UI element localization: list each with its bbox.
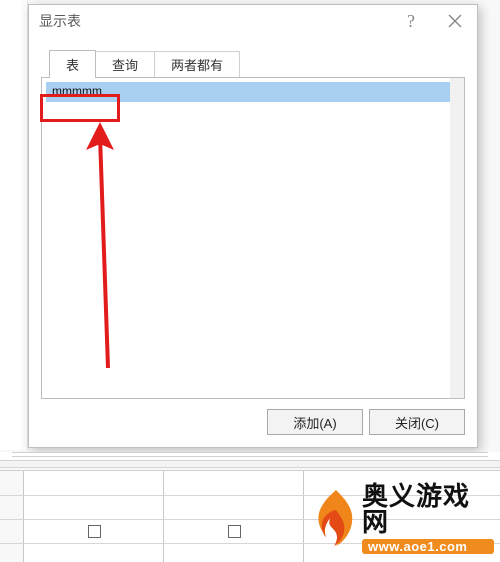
app-left-panel-fragment xyxy=(0,0,28,450)
tables-listbox[interactable]: mmmmm xyxy=(41,77,465,399)
tab-tables[interactable]: 表 xyxy=(49,50,96,78)
flame-icon xyxy=(314,488,358,548)
watermark-site-name: 奥义游戏网 xyxy=(362,483,494,535)
show-table-dialog: 显示表 ? 表 查询 两者都有 mmmmm 添加(A) 关闭(C) xyxy=(28,4,478,448)
tab-both[interactable]: 两者都有 xyxy=(154,51,240,79)
tab-queries[interactable]: 查询 xyxy=(95,51,155,79)
help-button[interactable]: ? xyxy=(389,5,433,37)
grid-column[interactable] xyxy=(164,471,304,562)
watermark-site-url: www.aoe1.com xyxy=(362,539,494,554)
grid-column[interactable] xyxy=(24,471,164,562)
grid-row-selector-column xyxy=(0,471,24,562)
grid-show-checkbox[interactable] xyxy=(88,525,101,538)
listbox-scrollbar[interactable] xyxy=(450,78,464,398)
titlebar: 显示表 ? xyxy=(29,5,477,37)
tab-strip: 表 查询 两者都有 xyxy=(49,49,465,77)
watermark-text: 奥义游戏网 www.aoe1.com xyxy=(362,483,494,554)
close-button[interactable]: 关闭(C) xyxy=(369,409,465,435)
add-button[interactable]: 添加(A) xyxy=(267,409,363,435)
close-icon[interactable] xyxy=(433,5,477,37)
app-divider-upper xyxy=(0,452,500,460)
watermark-logo: 奥义游戏网 www.aoe1.com xyxy=(314,480,494,556)
grid-show-checkbox[interactable] xyxy=(228,525,241,538)
dialog-buttons: 添加(A) 关闭(C) xyxy=(267,409,465,435)
annotation-highlight-box xyxy=(40,94,120,122)
dialog-title: 显示表 xyxy=(39,11,81,31)
app-divider-band xyxy=(0,460,500,468)
